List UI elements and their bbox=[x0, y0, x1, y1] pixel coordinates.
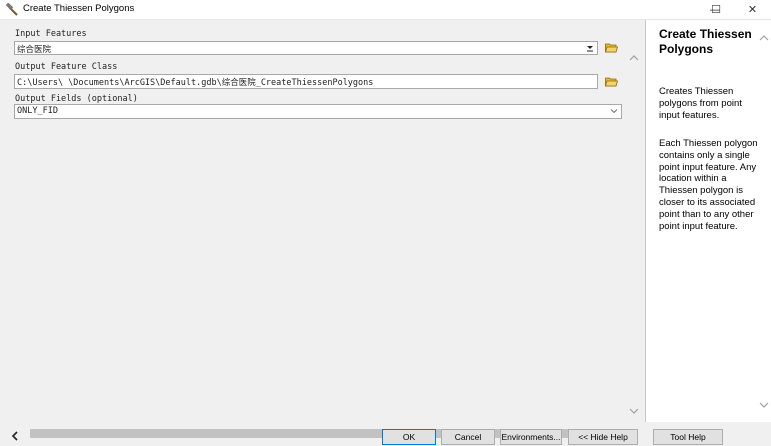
input-features-label: Input Features bbox=[15, 29, 87, 39]
output-fields-value: ONLY_FID bbox=[17, 106, 58, 116]
window-title: Create Thiessen Polygons bbox=[23, 3, 135, 14]
hammer-icon bbox=[5, 2, 19, 16]
chevron-down-icon[interactable] bbox=[585, 43, 595, 53]
tool-help-button[interactable]: Tool Help bbox=[653, 429, 723, 445]
output-fields-label: Output Fields (optional) bbox=[15, 94, 138, 104]
environments-button[interactable]: Environments... bbox=[500, 429, 562, 445]
help-panel: Create Thiessen Polygons Creates Thiesse… bbox=[645, 20, 771, 422]
help-paragraph: Creates Thiessen polygons from point inp… bbox=[659, 86, 742, 121]
input-features-browse-button[interactable] bbox=[603, 40, 620, 55]
input-features-combobox[interactable]: 综合医院 bbox=[14, 41, 598, 55]
folder-open-icon bbox=[604, 38, 619, 57]
close-button[interactable]: ✕ bbox=[734, 0, 771, 19]
hide-help-button[interactable]: << Hide Help bbox=[568, 429, 638, 445]
output-feature-class-value: C:\Users\ \Documents\ArcGIS\Default.gdb\… bbox=[17, 78, 374, 88]
chevron-down-icon[interactable] bbox=[628, 401, 640, 420]
maximize-icon: ☐ bbox=[711, 3, 721, 16]
folder-open-icon bbox=[604, 72, 619, 91]
input-features-value: 综合医院 bbox=[17, 45, 52, 55]
parameters-panel: Input Features 综合医院 Output Feature Class… bbox=[0, 20, 643, 441]
chevron-up-icon[interactable] bbox=[628, 48, 640, 67]
help-paragraph: Each Thiessen polygon contains only a si… bbox=[659, 138, 758, 232]
cancel-button[interactable]: Cancel bbox=[441, 429, 495, 445]
ok-button[interactable]: OK bbox=[382, 429, 436, 445]
output-feature-class-label: Output Feature Class bbox=[15, 62, 118, 72]
chevron-up-icon[interactable] bbox=[758, 28, 770, 47]
help-title: Create Thiessen Polygons bbox=[659, 27, 752, 56]
close-icon: ✕ bbox=[747, 3, 758, 16]
output-feature-class-field[interactable]: C:\Users\ \Documents\ArcGIS\Default.gdb\… bbox=[14, 74, 598, 89]
chevron-down-icon[interactable] bbox=[758, 395, 770, 414]
output-fields-dropdown[interactable]: ONLY_FID bbox=[14, 104, 622, 119]
vertical-scrollbar[interactable] bbox=[626, 48, 642, 424]
chevron-down-icon[interactable] bbox=[609, 106, 619, 116]
help-vertical-scrollbar[interactable] bbox=[758, 25, 771, 420]
maximize-button[interactable]: ☐ bbox=[697, 0, 735, 19]
title-bar: Create Thiessen Polygons — ✕ bbox=[0, 0, 771, 20]
output-feature-class-browse-button[interactable] bbox=[603, 74, 620, 89]
chevron-left-icon[interactable] bbox=[10, 427, 20, 446]
